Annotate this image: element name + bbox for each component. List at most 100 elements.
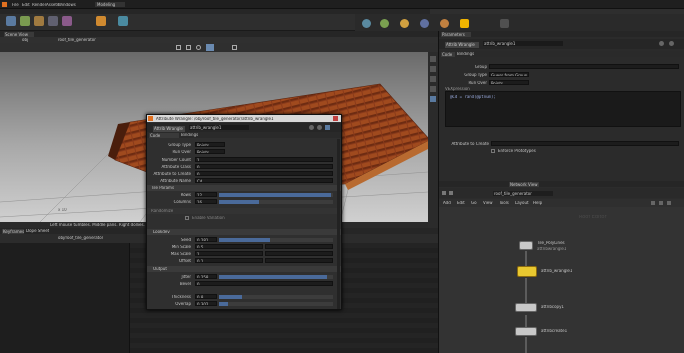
tab-dope-sheet[interactable]: Dope Sheet bbox=[26, 229, 49, 233]
param-attr-checkbox[interactable] bbox=[491, 149, 495, 153]
mid-field-2b[interactable] bbox=[265, 251, 333, 256]
slider-columns[interactable] bbox=[219, 200, 333, 204]
menu-windows[interactable]: Windows bbox=[58, 3, 76, 7]
right-shelf-icon-1[interactable] bbox=[362, 19, 371, 28]
net-back-icon[interactable] bbox=[442, 191, 446, 195]
shelf-tool-4-icon[interactable] bbox=[48, 16, 58, 26]
slider-value-columns[interactable]: 16 bbox=[195, 199, 217, 204]
param-attr-class-field[interactable] bbox=[491, 141, 679, 146]
tab-network-view[interactable]: Network View bbox=[509, 182, 539, 187]
right-shelf-icon-6[interactable] bbox=[460, 19, 469, 28]
net-menu-go[interactable]: Go bbox=[471, 201, 477, 205]
row-value-5[interactable]: Cd bbox=[195, 178, 333, 183]
lower-path[interactable]: obj/roof_tile_generator bbox=[58, 236, 103, 240]
param-group-field[interactable] bbox=[489, 64, 679, 69]
menu-file[interactable]: File bbox=[12, 3, 19, 7]
param-run-over-select[interactable]: Points bbox=[489, 80, 529, 85]
section-lookdev[interactable]: Lookdev bbox=[147, 229, 341, 235]
mid-value-0[interactable]: 0.281 bbox=[195, 237, 217, 242]
shelf-tool-3-icon[interactable] bbox=[34, 16, 44, 26]
row-value-1[interactable]: Points bbox=[195, 149, 225, 154]
shelf-tool-1-icon[interactable] bbox=[6, 16, 16, 26]
net-tool-icon-3[interactable] bbox=[667, 201, 671, 205]
variation-checkbox[interactable] bbox=[185, 216, 189, 220]
net-menu-tools[interactable]: Tools bbox=[499, 201, 509, 205]
section-tile-params[interactable]: Tile Params bbox=[147, 185, 341, 191]
dialog-tab-code[interactable]: Code bbox=[149, 133, 179, 138]
param-node-name[interactable]: attrib_wrangle1 bbox=[483, 41, 563, 46]
mid-value-2[interactable]: 1 bbox=[195, 251, 263, 256]
slider-seed[interactable] bbox=[219, 238, 333, 242]
net-menu-edit[interactable]: Edit bbox=[457, 201, 465, 205]
right-shelf-icon-2[interactable] bbox=[380, 19, 389, 28]
mid-field-3b[interactable] bbox=[265, 258, 333, 263]
path-node[interactable]: roof_tile_generator bbox=[58, 38, 96, 42]
net-menu-help[interactable]: Help bbox=[533, 201, 542, 205]
mid-value-1[interactable]: 0.5 bbox=[195, 244, 263, 249]
right-shelf-icon-7[interactable] bbox=[500, 19, 509, 28]
dialog-titlebar[interactable]: Attribute Wrangle: /obj/roof_tile_genera… bbox=[147, 115, 341, 122]
bottom-value-0[interactable]: 0.258 bbox=[195, 274, 217, 279]
slider-value-rows[interactable]: 12 bbox=[195, 192, 217, 197]
slider-overlap[interactable] bbox=[219, 302, 333, 306]
shelf-tool-7-icon[interactable] bbox=[118, 16, 128, 26]
param-tab-bindings[interactable]: Bindings bbox=[457, 52, 474, 56]
node-attribcreate[interactable] bbox=[515, 327, 537, 336]
row-value-4[interactable]: 0 bbox=[195, 171, 333, 176]
select-tool-icon[interactable] bbox=[176, 45, 181, 50]
net-menu-layout[interactable]: Layout bbox=[515, 201, 529, 205]
dialog-pin-icon[interactable] bbox=[325, 125, 330, 130]
vex-code-editor[interactable]: @Cd = rand(@ptnum); bbox=[445, 91, 681, 127]
dialog-node-name[interactable]: attrib_wrangle1 bbox=[189, 125, 249, 130]
dialog-tab-bindings[interactable]: Bindings bbox=[181, 133, 198, 137]
bottom-value-1[interactable]: 0 bbox=[195, 281, 333, 286]
rotate-tool-icon[interactable] bbox=[196, 45, 201, 50]
shelf-tool-5-icon[interactable] bbox=[62, 16, 72, 26]
view-tool-icon[interactable] bbox=[206, 44, 214, 51]
slider-thickness[interactable] bbox=[219, 295, 333, 299]
bottom-value-3[interactable]: 0.302 bbox=[195, 301, 217, 306]
dialog-scrollbar[interactable] bbox=[337, 139, 340, 309]
net-tool-icon-2[interactable] bbox=[659, 201, 663, 205]
node-attribcopy[interactable] bbox=[515, 303, 537, 312]
dialog-help-icon[interactable] bbox=[317, 125, 322, 130]
right-shelf-icon-5[interactable] bbox=[440, 19, 449, 28]
dialog-gear-icon[interactable] bbox=[309, 125, 314, 130]
move-tool-icon[interactable] bbox=[186, 45, 191, 50]
net-menu-add[interactable]: Add bbox=[443, 201, 451, 205]
section-output[interactable]: Output bbox=[147, 266, 341, 272]
display-tool-icon[interactable] bbox=[232, 45, 237, 50]
param-tab-code[interactable]: Code bbox=[441, 52, 455, 57]
network-canvas[interactable]: Roof Editor Tile_PolyLines attribwrangle… bbox=[439, 207, 684, 353]
net-forward-icon[interactable] bbox=[449, 191, 453, 195]
row-value-2[interactable]: 1 bbox=[195, 157, 333, 162]
right-shelf-icon-4[interactable] bbox=[420, 19, 429, 28]
right-shelf-icon-3[interactable] bbox=[400, 19, 409, 28]
menu-edit[interactable]: Edit bbox=[22, 3, 30, 7]
param-help-icon[interactable] bbox=[669, 41, 674, 46]
net-menu-view[interactable]: View bbox=[483, 201, 493, 205]
node-tile-polylines[interactable] bbox=[519, 241, 533, 250]
section-randomize[interactable]: Randomize bbox=[147, 208, 341, 214]
slider-rows[interactable] bbox=[219, 193, 333, 197]
bottom-value-2[interactable]: 0.8 bbox=[195, 294, 217, 299]
tab-parameters[interactable]: Parameters bbox=[441, 32, 471, 37]
path-obj[interactable]: obj bbox=[22, 38, 28, 42]
shelf-tool-2-icon[interactable] bbox=[20, 16, 30, 26]
param-group-type-select[interactable]: Guess from Group bbox=[489, 72, 529, 77]
dialog-close-icon[interactable] bbox=[333, 116, 338, 121]
menu-render[interactable]: Render bbox=[32, 3, 46, 7]
vp-side-icon-4[interactable] bbox=[430, 86, 436, 92]
row-value-3[interactable]: 0 bbox=[195, 164, 333, 169]
mid-value-3[interactable]: 0.1 bbox=[195, 258, 263, 263]
vp-side-icon-3[interactable] bbox=[430, 76, 436, 82]
vp-side-icon-2[interactable] bbox=[430, 66, 436, 72]
param-gear-icon[interactable] bbox=[659, 41, 664, 46]
shelf-tool-6-icon[interactable] bbox=[96, 16, 106, 26]
node-attrib-wrangle[interactable] bbox=[517, 266, 537, 277]
vp-side-icon-1[interactable] bbox=[430, 56, 436, 62]
net-path[interactable]: roof_tile_generator bbox=[493, 191, 553, 196]
keyframe-channel-list[interactable] bbox=[0, 243, 130, 353]
slider-jitter[interactable] bbox=[219, 275, 333, 279]
row-value-0[interactable]: Points bbox=[195, 142, 225, 147]
